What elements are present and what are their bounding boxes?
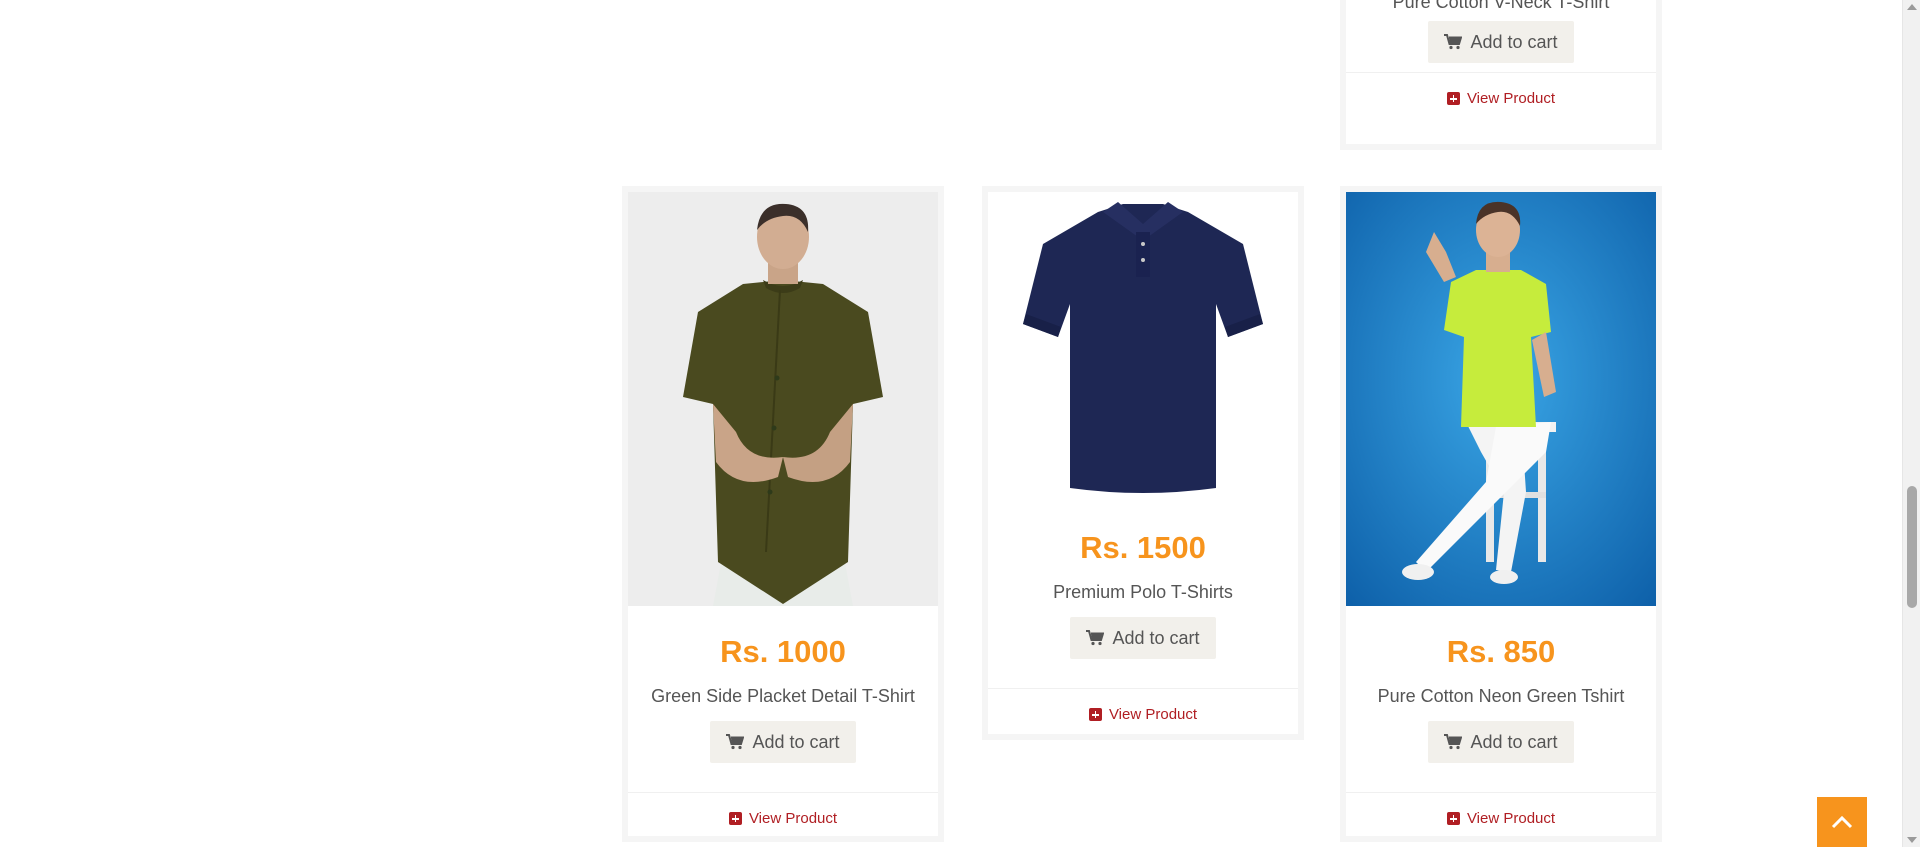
- page-scrollbar[interactable]: [1902, 0, 1920, 847]
- add-to-cart-label: Add to cart: [1470, 31, 1558, 52]
- card-divider: [988, 688, 1298, 689]
- add-to-cart-label: Add to cart: [752, 731, 840, 752]
- product-card: Rs. 850 Pure Cotton Neon Green Tshirt Ad…: [1340, 186, 1662, 842]
- product-name[interactable]: Pure Cotton Neon Green Tshirt: [1346, 686, 1656, 707]
- add-to-cart-button[interactable]: Add to cart: [1428, 21, 1574, 63]
- add-to-cart-button[interactable]: Add to cart: [710, 721, 856, 763]
- view-product-label: View Product: [1466, 810, 1556, 827]
- product-image[interactable]: [1346, 192, 1656, 606]
- chevron-up-icon: [1831, 815, 1853, 829]
- scrollbar-thumb[interactable]: [1907, 486, 1917, 608]
- plus-square-icon: [728, 812, 742, 825]
- plus-square-icon: [1088, 708, 1102, 721]
- card-divider: [628, 792, 938, 793]
- add-to-cart-button[interactable]: Add to cart: [1428, 721, 1574, 763]
- plus-square-icon: [1446, 812, 1460, 825]
- product-name[interactable]: Green Side Placket Detail T-Shirt: [628, 686, 938, 707]
- view-product-link[interactable]: View Product: [988, 706, 1298, 723]
- product-card: Rs. 1000 Green Side Placket Detail T-Shi…: [622, 186, 944, 842]
- view-product-link[interactable]: View Product: [1346, 810, 1656, 827]
- plus-square-icon: [1446, 92, 1460, 105]
- product-name: Pure Cotton V-Neck T-Shirt: [1392, 0, 1610, 12]
- view-product-label: View Product: [748, 810, 838, 827]
- card-divider: [1346, 792, 1656, 793]
- cart-icon: [1444, 34, 1463, 50]
- add-to-cart-label: Add to cart: [1470, 731, 1558, 752]
- product-card-top: Pure Cotton V-Neck T-Shirt Add to cart V…: [1340, 0, 1662, 150]
- cart-icon: [1086, 630, 1105, 646]
- view-product-link[interactable]: View Product: [1346, 90, 1656, 107]
- product-price: Rs. 850: [1446, 634, 1556, 669]
- product-price: Rs. 1500: [1080, 530, 1206, 565]
- product-name[interactable]: Premium Polo T-Shirts: [988, 582, 1298, 603]
- view-product-label: View Product: [1108, 706, 1198, 723]
- scroll-up-icon[interactable]: [1907, 4, 1917, 10]
- back-to-top-button[interactable]: [1817, 797, 1867, 847]
- scroll-down-icon[interactable]: [1907, 837, 1917, 843]
- add-to-cart-label: Add to cart: [1112, 627, 1200, 648]
- product-image[interactable]: [988, 192, 1298, 502]
- card-divider: [1346, 72, 1656, 73]
- product-image[interactable]: [628, 192, 938, 606]
- view-product-label: View Product: [1466, 90, 1556, 107]
- product-card: Rs. 1500 Premium Polo T-Shirts Add to ca…: [982, 186, 1304, 740]
- view-product-link[interactable]: View Product: [628, 810, 938, 827]
- cart-icon: [726, 734, 745, 750]
- add-to-cart-button[interactable]: Add to cart: [1070, 617, 1216, 659]
- cart-icon: [1444, 734, 1463, 750]
- product-price: Rs. 1000: [720, 634, 846, 669]
